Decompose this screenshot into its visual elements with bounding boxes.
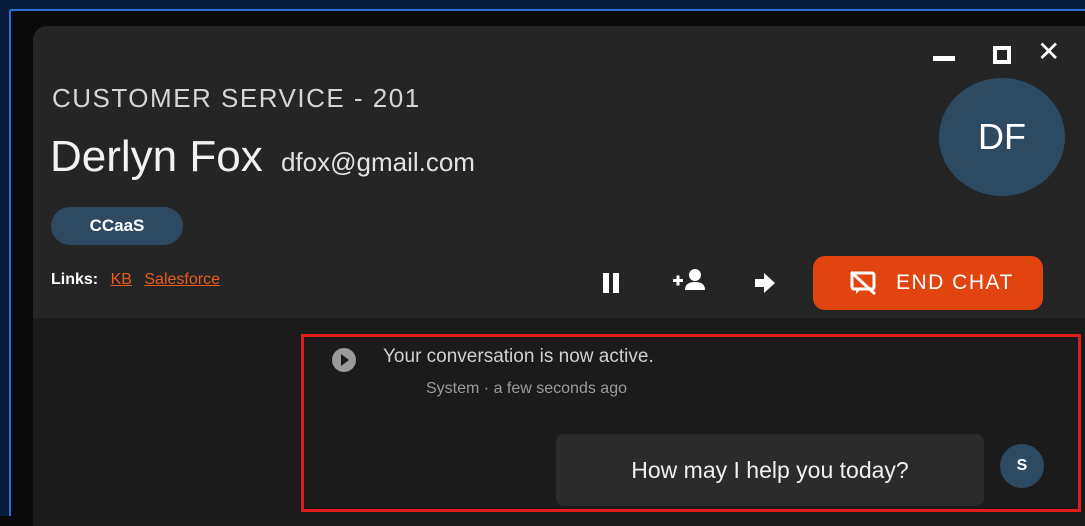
add-person-icon[interactable] xyxy=(673,268,707,292)
customer-name-line: Derlyn Fox dfox@gmail.com xyxy=(50,132,475,182)
customer-email: dfox@gmail.com xyxy=(280,147,475,177)
end-chat-button[interactable]: END CHAT xyxy=(813,256,1043,310)
maximize-icon[interactable] xyxy=(993,46,1011,64)
frame-border-left xyxy=(9,10,11,516)
system-message-meta: System · a few seconds ago xyxy=(426,380,627,397)
channel-tag: CCaaS xyxy=(51,207,183,245)
end-chat-label: END CHAT xyxy=(896,271,1014,294)
play-icon xyxy=(332,348,356,372)
agent-message-bubble: How may I help you today? xyxy=(556,434,984,506)
close-icon[interactable]: ✕ xyxy=(1037,38,1060,66)
system-message: Your conversation is now active. xyxy=(383,346,654,367)
frame-border-top xyxy=(10,9,1085,11)
links-label: Links: xyxy=(51,271,99,288)
links-row: Links: KB Salesforce xyxy=(51,271,220,289)
customer-avatar: DF xyxy=(939,78,1065,196)
link-kb[interactable]: KB xyxy=(111,271,132,288)
department-label: CUSTOMER SERVICE - 201 xyxy=(52,83,421,113)
link-salesforce[interactable]: Salesforce xyxy=(144,271,220,288)
agent-avatar: S xyxy=(1000,444,1044,488)
arrow-right-icon[interactable] xyxy=(755,272,775,294)
minimize-icon[interactable] xyxy=(933,56,955,61)
customer-name: Derlyn Fox xyxy=(50,132,263,181)
pause-icon[interactable] xyxy=(603,273,619,293)
end-chat-icon xyxy=(850,271,876,295)
